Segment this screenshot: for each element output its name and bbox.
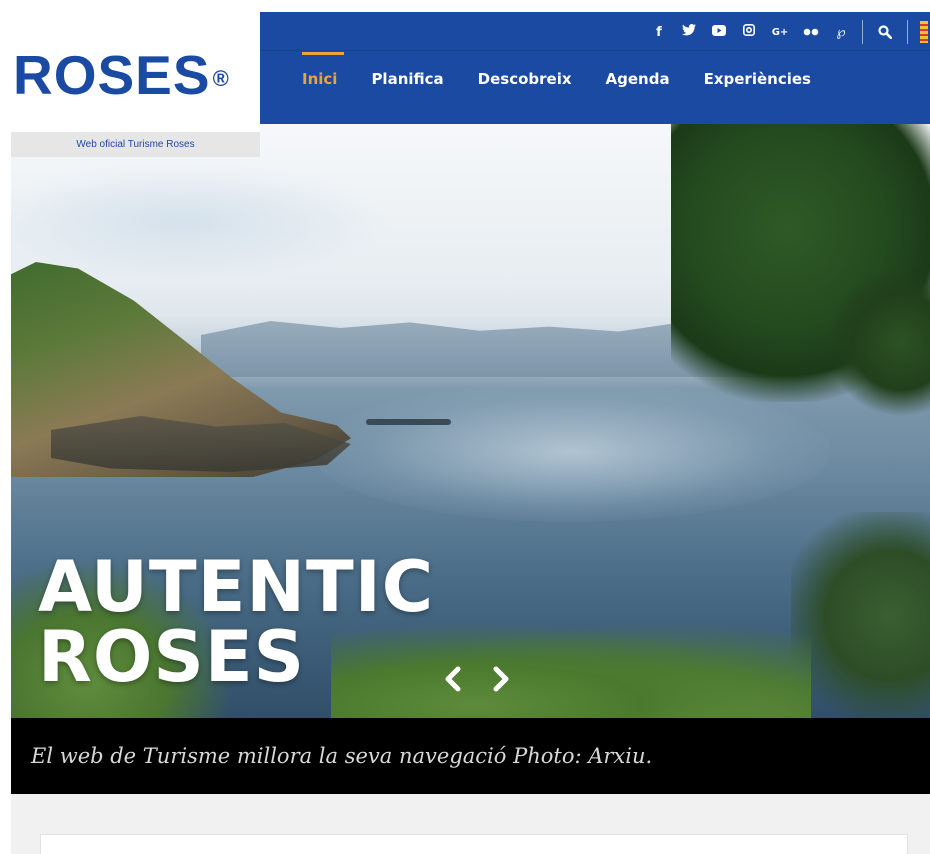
hero-title-line-1: AUTENTIC (38, 546, 435, 628)
pinterest-icon[interactable]: ℘ (832, 25, 850, 40)
chevron-right-icon (493, 666, 509, 692)
caption-text: El web de Turisme millora la seva navega… (31, 744, 653, 768)
menu-item-experiencies[interactable]: Experiències (704, 70, 811, 88)
logo-text: ROSES (13, 44, 211, 106)
hero-pine-bottom (791, 512, 930, 730)
search-button[interactable] (875, 22, 895, 42)
main-menu: Inici Planifica Descobreix Agenda Experi… (302, 52, 845, 88)
menu-item-descobreix[interactable]: Descobreix (478, 70, 572, 88)
registered-mark: ® (212, 66, 230, 91)
language-flag-icon[interactable] (920, 21, 928, 43)
facebook-icon[interactable]: f (650, 25, 668, 40)
divider (907, 20, 908, 44)
hero-islet (366, 419, 451, 425)
site-screenshot: AUTENTIC ROSES ROSES® Web oficial Turism… (11, 12, 930, 794)
hero-title: AUTENTIC ROSES (38, 552, 434, 692)
hero-pine-branch (831, 262, 930, 422)
google-plus-icon[interactable]: G+ (770, 27, 790, 38)
hero-sky (11, 162, 391, 282)
social-links: f G+ ℘ (650, 12, 930, 52)
menu-item-agenda[interactable]: Agenda (606, 70, 670, 88)
divider (862, 20, 863, 44)
site-logo[interactable]: ROSES® (13, 46, 230, 104)
instagram-icon[interactable] (740, 24, 758, 40)
main-header: f G+ ℘ Inici Planifica Descobreix Agenda… (260, 12, 930, 124)
site-tagline: Web oficial Turisme Roses (11, 132, 260, 157)
content-card (40, 834, 908, 854)
menu-item-planifica[interactable]: Planifica (371, 70, 443, 88)
header-divider (260, 50, 930, 51)
slider-next-button[interactable] (487, 664, 513, 694)
logo-area: ROSES® (11, 12, 260, 132)
hero-sea (311, 382, 831, 522)
search-icon (878, 25, 892, 39)
hero-slider: AUTENTIC ROSES (11, 122, 930, 730)
youtube-icon[interactable] (710, 24, 728, 40)
twitter-icon[interactable] (680, 24, 698, 40)
photo-caption: El web de Turisme millora la seva navega… (11, 718, 930, 794)
slider-controls (441, 664, 513, 694)
chevron-left-icon (445, 666, 461, 692)
slider-prev-button[interactable] (441, 664, 467, 694)
flickr-icon[interactable] (802, 25, 820, 40)
hero-title-line-2: ROSES (38, 616, 306, 698)
menu-item-inici[interactable]: Inici (302, 52, 345, 88)
